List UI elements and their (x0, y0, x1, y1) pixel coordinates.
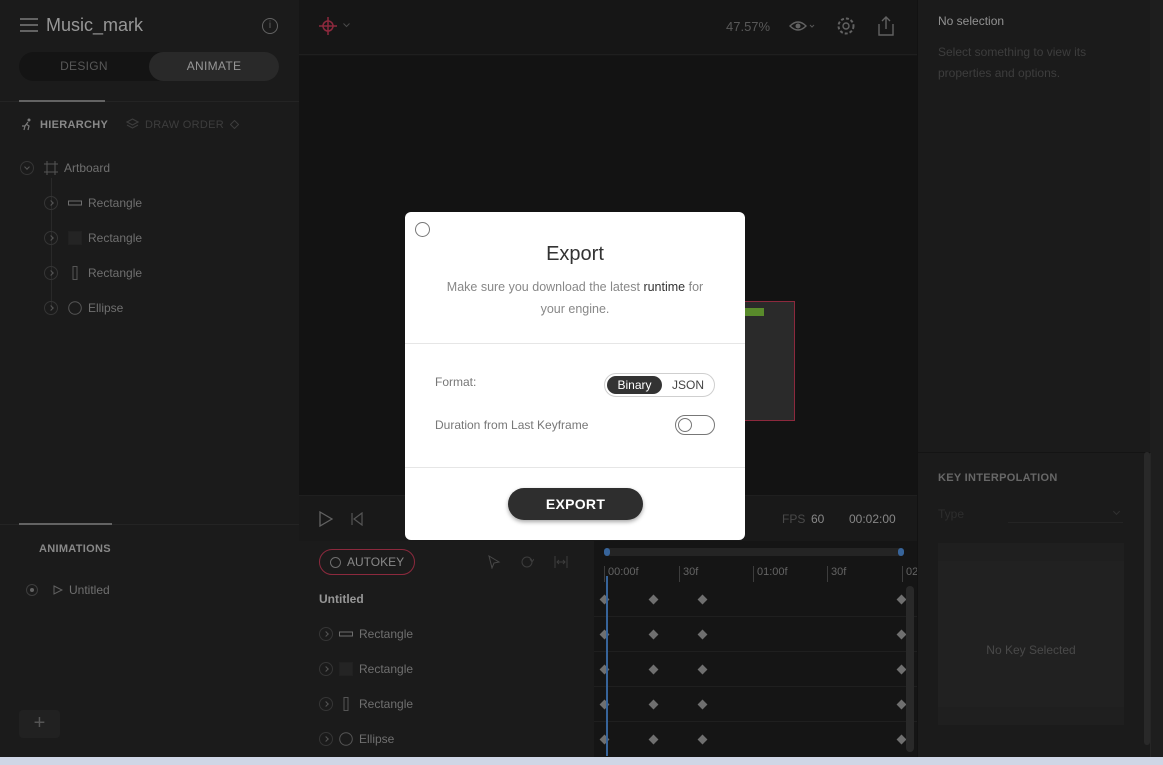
desc-text: Make sure you download the latest (446, 280, 640, 294)
duration-label: Duration from Last Keyframe (435, 418, 589, 432)
format-segmented-control: Binary JSON (604, 373, 715, 397)
export-button[interactable]: EXPORT (508, 488, 643, 520)
duration-toggle[interactable] (675, 415, 715, 435)
runtime-link[interactable]: runtime (643, 280, 685, 294)
divider (405, 343, 745, 344)
divider (405, 467, 745, 468)
dialog-title: Export (546, 243, 604, 265)
system-menu-bar (0, 757, 1163, 765)
format-binary-option[interactable]: Binary (607, 376, 662, 394)
toggle-knob (678, 418, 692, 432)
close-icon[interactable] (415, 222, 430, 237)
app-window: Music_mark i DESIGN ANIMATE HIERARCHY DR… (0, 0, 1163, 765)
format-label: Format: (435, 375, 477, 389)
format-json-option[interactable]: JSON (664, 376, 712, 394)
dialog-description: Make sure you download the latest runtim… (435, 276, 715, 320)
export-dialog: Export Make sure you download the latest… (405, 212, 745, 540)
